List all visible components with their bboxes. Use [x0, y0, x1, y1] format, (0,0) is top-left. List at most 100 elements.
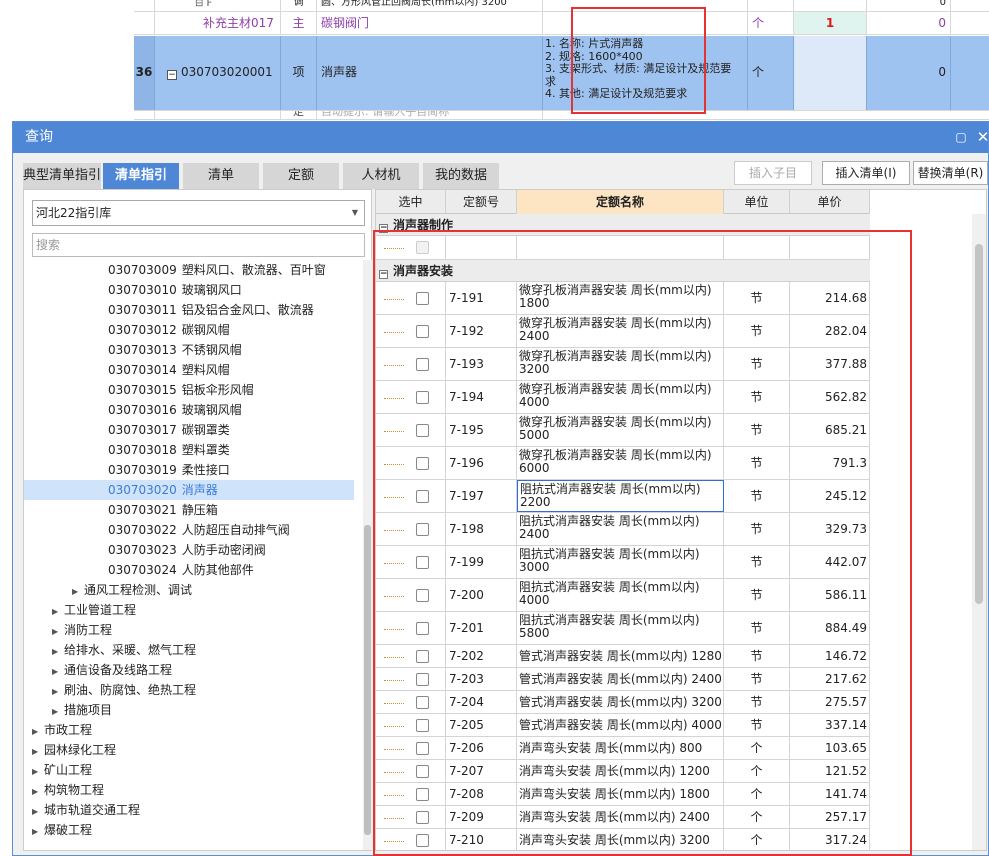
tree-item-label: 消声器	[181, 483, 218, 497]
tree-item-030703018[interactable]: 030703018 塑料罩类	[24, 440, 354, 460]
tree-group-label: 构筑物工程	[44, 783, 105, 797]
caret-right-icon[interactable]: ▶	[32, 742, 44, 762]
tree-item-030703015[interactable]: 030703015 铝板伞形风帽	[24, 380, 354, 400]
tree-group-label: 通风工程检测、调试	[84, 583, 193, 597]
tree-group[interactable]: ▶ 矿山工程	[24, 760, 354, 780]
tree-group[interactable]: ▶ 刷油、防腐蚀、绝热工程	[24, 680, 354, 700]
tree-item-code: 030703013	[108, 343, 177, 357]
tree-group[interactable]: ▶ 市政工程	[24, 720, 354, 740]
tree-group[interactable]: ▶ 给排水、采暖、燃气工程	[24, 640, 354, 660]
tree-item-030703012[interactable]: 030703012 碳钢风帽	[24, 320, 354, 340]
tree-item-code: 030703010	[108, 283, 177, 297]
tree-group[interactable]: ▶ 通风工程检测、调试	[24, 580, 354, 600]
tree-group[interactable]: ▶ 爆破工程	[24, 820, 354, 840]
tree-group-label: 消防工程	[64, 623, 113, 637]
tree-item-code: 030703024	[108, 563, 177, 577]
caret-right-icon[interactable]: ▶	[32, 782, 44, 802]
caret-right-icon[interactable]: ▶	[52, 662, 64, 682]
tab-list[interactable]: 清单	[183, 163, 259, 189]
col-price[interactable]: 单价	[790, 190, 870, 214]
close-icon[interactable]: ✕	[972, 122, 989, 153]
caret-right-icon[interactable]: ▶	[32, 762, 44, 782]
col-quota-code[interactable]: 定额号	[446, 190, 517, 214]
tree-group-label: 爆破工程	[44, 823, 93, 837]
tree-group-label: 市政工程	[44, 723, 93, 737]
tab-my-data[interactable]: 我的数据	[423, 163, 499, 189]
tree-scrollbar[interactable]	[363, 260, 372, 850]
caret-right-icon[interactable]: ▶	[52, 702, 64, 722]
caret-right-icon[interactable]: ▶	[32, 722, 44, 742]
search-input[interactable]: 搜索	[32, 233, 365, 257]
tree-item-label: 铝板伞形风帽	[181, 383, 254, 397]
tree-item-030703016[interactable]: 030703016 玻璃钢风帽	[24, 400, 354, 420]
tree-item-030703021[interactable]: 030703021 静压箱	[24, 500, 354, 520]
col-quota-name[interactable]: 定额名称	[517, 190, 724, 214]
col-selected[interactable]: 选中	[376, 190, 446, 214]
tree-item-030703011[interactable]: 030703011 铝及铝合金风口、散流器	[24, 300, 354, 320]
tab-quota[interactable]: 定额	[263, 163, 339, 189]
tree-item-label: 人防手动密闭阀	[181, 543, 266, 557]
tree-item-030703014[interactable]: 030703014 塑料风帽	[24, 360, 354, 380]
maximize-icon[interactable]: ▢	[950, 122, 972, 153]
caret-right-icon[interactable]: ▶	[52, 622, 64, 642]
tree-item-code: 030703014	[108, 363, 177, 377]
tab-typical-guide[interactable]: 典型清单指引	[23, 163, 101, 189]
caret-right-icon[interactable]: ▶	[32, 822, 44, 842]
grid-header: 选中 定额号 定额名称 单位 单价	[376, 190, 870, 214]
tree-group-label: 城市轨道交通工程	[44, 803, 141, 817]
scrollbar-thumb[interactable]	[364, 525, 371, 835]
table-row[interactable]: 定 自动提示: 请输入子目简称	[134, 111, 989, 120]
tree-item-label: 玻璃钢风帽	[181, 403, 242, 417]
tree-group[interactable]: ▶ 工业管道工程	[24, 600, 354, 620]
table-row[interactable]: 补充主材017 主 碳钢阀门 个 1 0	[134, 12, 989, 35]
tree-item-030703013[interactable]: 030703013 不锈钢风帽	[24, 340, 354, 360]
insert-list-button[interactable]: 插入清单(I)	[822, 161, 910, 185]
tree-group-label: 工业管道工程	[64, 603, 137, 617]
chevron-down-icon: ▼	[351, 208, 358, 217]
tree-item-030703017[interactable]: 030703017 碳钢罩类	[24, 420, 354, 440]
tree-item-030703024[interactable]: 030703024 人防其他部件	[24, 560, 354, 580]
caret-right-icon[interactable]: ▶	[72, 582, 84, 602]
grid-scrollbar[interactable]	[972, 214, 986, 850]
tab-list-guide[interactable]: 清单指引	[103, 163, 179, 189]
highlight-box-description	[571, 7, 706, 114]
caret-right-icon[interactable]: ▶	[52, 642, 64, 662]
tree-item-label: 柔性接口	[181, 463, 230, 477]
library-select[interactable]: 河北22指引库 ▼	[32, 200, 365, 226]
table-row-36[interactable]: 36 −030703020001 项 消声器 1. 名称: 片式消声器 2. 规…	[134, 36, 989, 111]
scrollbar-thumb[interactable]	[975, 244, 983, 604]
item-code: 030703020001	[181, 65, 273, 79]
tree-group[interactable]: ▶ 园林绿化工程	[24, 740, 354, 760]
caret-right-icon[interactable]: ▶	[32, 802, 44, 822]
caret-right-icon[interactable]: ▶	[52, 602, 64, 622]
guide-tree: 030703009 塑料风口、散流器、百叶窗 030703010 玻璃钢风口 03070…	[24, 260, 354, 850]
tree-item-code: 030703020	[108, 483, 177, 497]
tab-materials[interactable]: 人材机	[343, 163, 419, 189]
material-name: 补充主材017	[155, 12, 281, 34]
tree-group[interactable]: ▶ 城市轨道交通工程	[24, 800, 354, 820]
tree-group-label: 园林绿化工程	[44, 743, 117, 757]
tree-item-030703019[interactable]: 030703019 柔性接口	[24, 460, 354, 480]
table-row[interactable]: ⊟ F 调 圆、方形风管止回阀周长(mm以内) 3200 0	[134, 0, 989, 12]
dialog-titlebar[interactable]: 查询 ▢ ✕	[13, 122, 989, 153]
tree-item-030703009[interactable]: 030703009 塑料风口、散流器、百叶窗	[24, 260, 354, 280]
replace-list-button[interactable]: 替换清单(R)	[913, 161, 988, 185]
tree-group[interactable]: ▶ 消防工程	[24, 620, 354, 640]
tree-item-label: 塑料风帽	[181, 363, 230, 377]
tree-item-code: 030703012	[108, 323, 177, 337]
tree-group[interactable]: ▶ 措施项目	[24, 700, 354, 720]
tree-item-label: 玻璃钢风口	[181, 283, 242, 297]
tree-item-code: 030703023	[108, 543, 177, 557]
tree-item-code: 030703022	[108, 523, 177, 537]
tree-item-030703023[interactable]: 030703023 人防手动密闭阀	[24, 540, 354, 560]
insert-sub-button[interactable]: 插入子目	[734, 161, 812, 185]
col-unit[interactable]: 单位	[724, 190, 790, 214]
tree-group-label: 通信设备及线路工程	[64, 663, 173, 677]
tree-item-030703010[interactable]: 030703010 玻璃钢风口	[24, 280, 354, 300]
tree-group[interactable]: ▶ 通信设备及线路工程	[24, 660, 354, 680]
caret-right-icon[interactable]: ▶	[52, 682, 64, 702]
tree-item-030703022[interactable]: 030703022 人防超压自动排气阀	[24, 520, 354, 540]
tree-group[interactable]: ▶ 构筑物工程	[24, 780, 354, 800]
tree-item-030703020[interactable]: 030703020 消声器	[24, 480, 354, 500]
tree-group-label: 措施项目	[64, 703, 113, 717]
